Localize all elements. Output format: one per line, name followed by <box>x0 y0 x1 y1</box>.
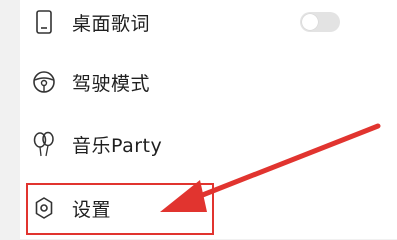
pointer-arrow <box>160 123 381 212</box>
